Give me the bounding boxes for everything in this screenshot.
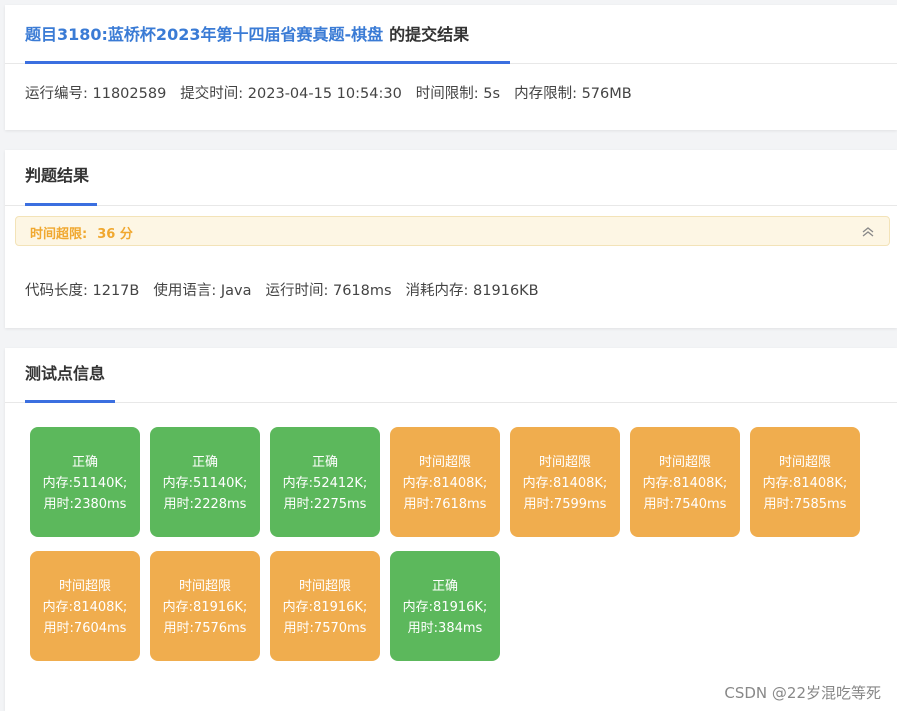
test-point-status: 正确 [311,455,338,470]
submission-header: 题目3180:蓝桥杯2023年第十四届省赛真题-棋盘 的提交结果 [5,5,897,64]
tests-card: 测试点信息 正确 内存:51140K; 用时:2380ms 正确 内存:51140K; 用… [5,348,897,711]
test-point-status: 正确 [71,455,98,470]
submission-info: 运行编号: 11802589 提交时间: 2023-04-15 10:54:30 时… [25,82,646,103]
problem-title-link[interactable]: 题目3180:蓝桥杯2023年第十四届省赛真题-棋盘 [25,25,383,44]
test-point-tile[interactable]: 时间超限内存:81408K; 用时:7585ms [750,427,860,537]
test-point-status: 时间超限 [418,455,471,470]
submit-time: 提交时间: 2023-04-15 10:54:30 [180,86,402,102]
test-point-memory: 内存:51140K; [162,476,248,491]
test-point-time: 用时:7576ms [163,621,247,636]
title-underline [25,203,97,206]
test-point-memory: 内存:81408K; [642,476,728,491]
test-point-tile[interactable]: 正确内存:52412K; 用时:2275ms [270,427,380,537]
test-point-memory: 内存:52412K; [282,476,368,491]
title-underline [25,400,115,403]
test-point-tile[interactable]: 正确内存:51140K; 用时:2380ms [30,427,140,537]
test-point-time: 用时:7599ms [523,497,607,512]
run-time: 运行时间: 7618ms [265,283,392,299]
test-point-time: 用时:2228ms [163,497,247,512]
test-point-memory: 内存:81408K; [42,600,128,615]
test-point-tile[interactable]: 时间超限内存:81408K; 用时:7618ms [390,427,500,537]
judge-header: 判题结果 [5,150,897,206]
test-point-time: 用时:2380ms [43,497,127,512]
judge-info: 代码长度: 1217B 使用语言: Java 运行时间: 7618ms 消耗内存: 8… [25,279,553,300]
test-point-tile[interactable]: 时间超限内存:81408K; 用时:7540ms [630,427,740,537]
title-underline [25,61,510,64]
page-title: 题目3180:蓝桥杯2023年第十四届省赛真题-棋盘 的提交结果 [25,23,469,47]
test-point-time: 用时:384ms [407,621,483,636]
test-point-time: 用时:7604ms [43,621,127,636]
submission-card: 题目3180:蓝桥杯2023年第十四届省赛真题-棋盘 的提交结果 运行编号: 11… [5,5,897,130]
judge-card: 判题结果 时间超限: 36 分 代码长度: 1217B 使用语言: Java 运行时间… [5,150,897,328]
result-bar[interactable]: 时间超限: 36 分 [15,216,890,246]
test-point-memory: 内存:81408K; [522,476,608,491]
test-point-status: 时间超限 [538,455,591,470]
test-point-tile[interactable]: 时间超限内存:81916K; 用时:7570ms [270,551,380,661]
test-point-memory: 内存:81916K; [402,600,488,615]
test-point-time: 用时:7618ms [403,497,487,512]
test-point-status: 时间超限 [658,455,711,470]
test-point-tile[interactable]: 正确内存:81916K; 用时:384ms [390,551,500,661]
test-point-time: 用时:2275ms [283,497,367,512]
test-point-tile[interactable]: 正确内存:51140K; 用时:2228ms [150,427,260,537]
test-point-status: 正确 [191,455,218,470]
test-point-status: 正确 [431,579,458,594]
language: 使用语言: Java [153,283,252,299]
test-point-memory: 内存:51140K; [42,476,128,491]
memory-used: 消耗内存: 81916KB [405,283,539,299]
test-point-time: 用时:7570ms [283,621,367,636]
tests-header: 测试点信息 [5,348,897,403]
test-point-status: 时间超限 [178,579,231,594]
judge-title: 判题结果 [25,166,90,185]
test-point-memory: 内存:81408K; [762,476,848,491]
tests-title: 测试点信息 [25,364,106,383]
run-id: 运行编号: 11802589 [25,86,167,102]
score: 36 分 [97,227,133,242]
test-point-time: 用时:7585ms [763,497,847,512]
watermark: CSDN @22岁混吃等死 [724,684,881,702]
test-point-memory: 内存:81916K; [162,600,248,615]
title-suffix: 的提交结果 [389,25,470,44]
test-point-status: 时间超限 [778,455,831,470]
test-point-status: 时间超限 [58,579,111,594]
test-point-tile[interactable]: 时间超限内存:81408K; 用时:7599ms [510,427,620,537]
test-point-memory: 内存:81408K; [402,476,488,491]
test-point-status: 时间超限 [298,579,351,594]
test-point-time: 用时:7540ms [643,497,727,512]
memory-limit: 内存限制: 576MB [514,86,632,102]
code-length: 代码长度: 1217B [25,283,140,299]
test-point-tile[interactable]: 时间超限内存:81916K; 用时:7576ms [150,551,260,661]
result-text: 时间超限: 36 分 [30,223,133,242]
test-point-memory: 内存:81916K; [282,600,368,615]
time-limit: 时间限制: 5s [415,86,501,102]
chevron-double-up-icon[interactable] [861,225,875,239]
status-label: 时间超限: [30,227,88,242]
test-point-tile[interactable]: 时间超限内存:81408K; 用时:7604ms [30,551,140,661]
